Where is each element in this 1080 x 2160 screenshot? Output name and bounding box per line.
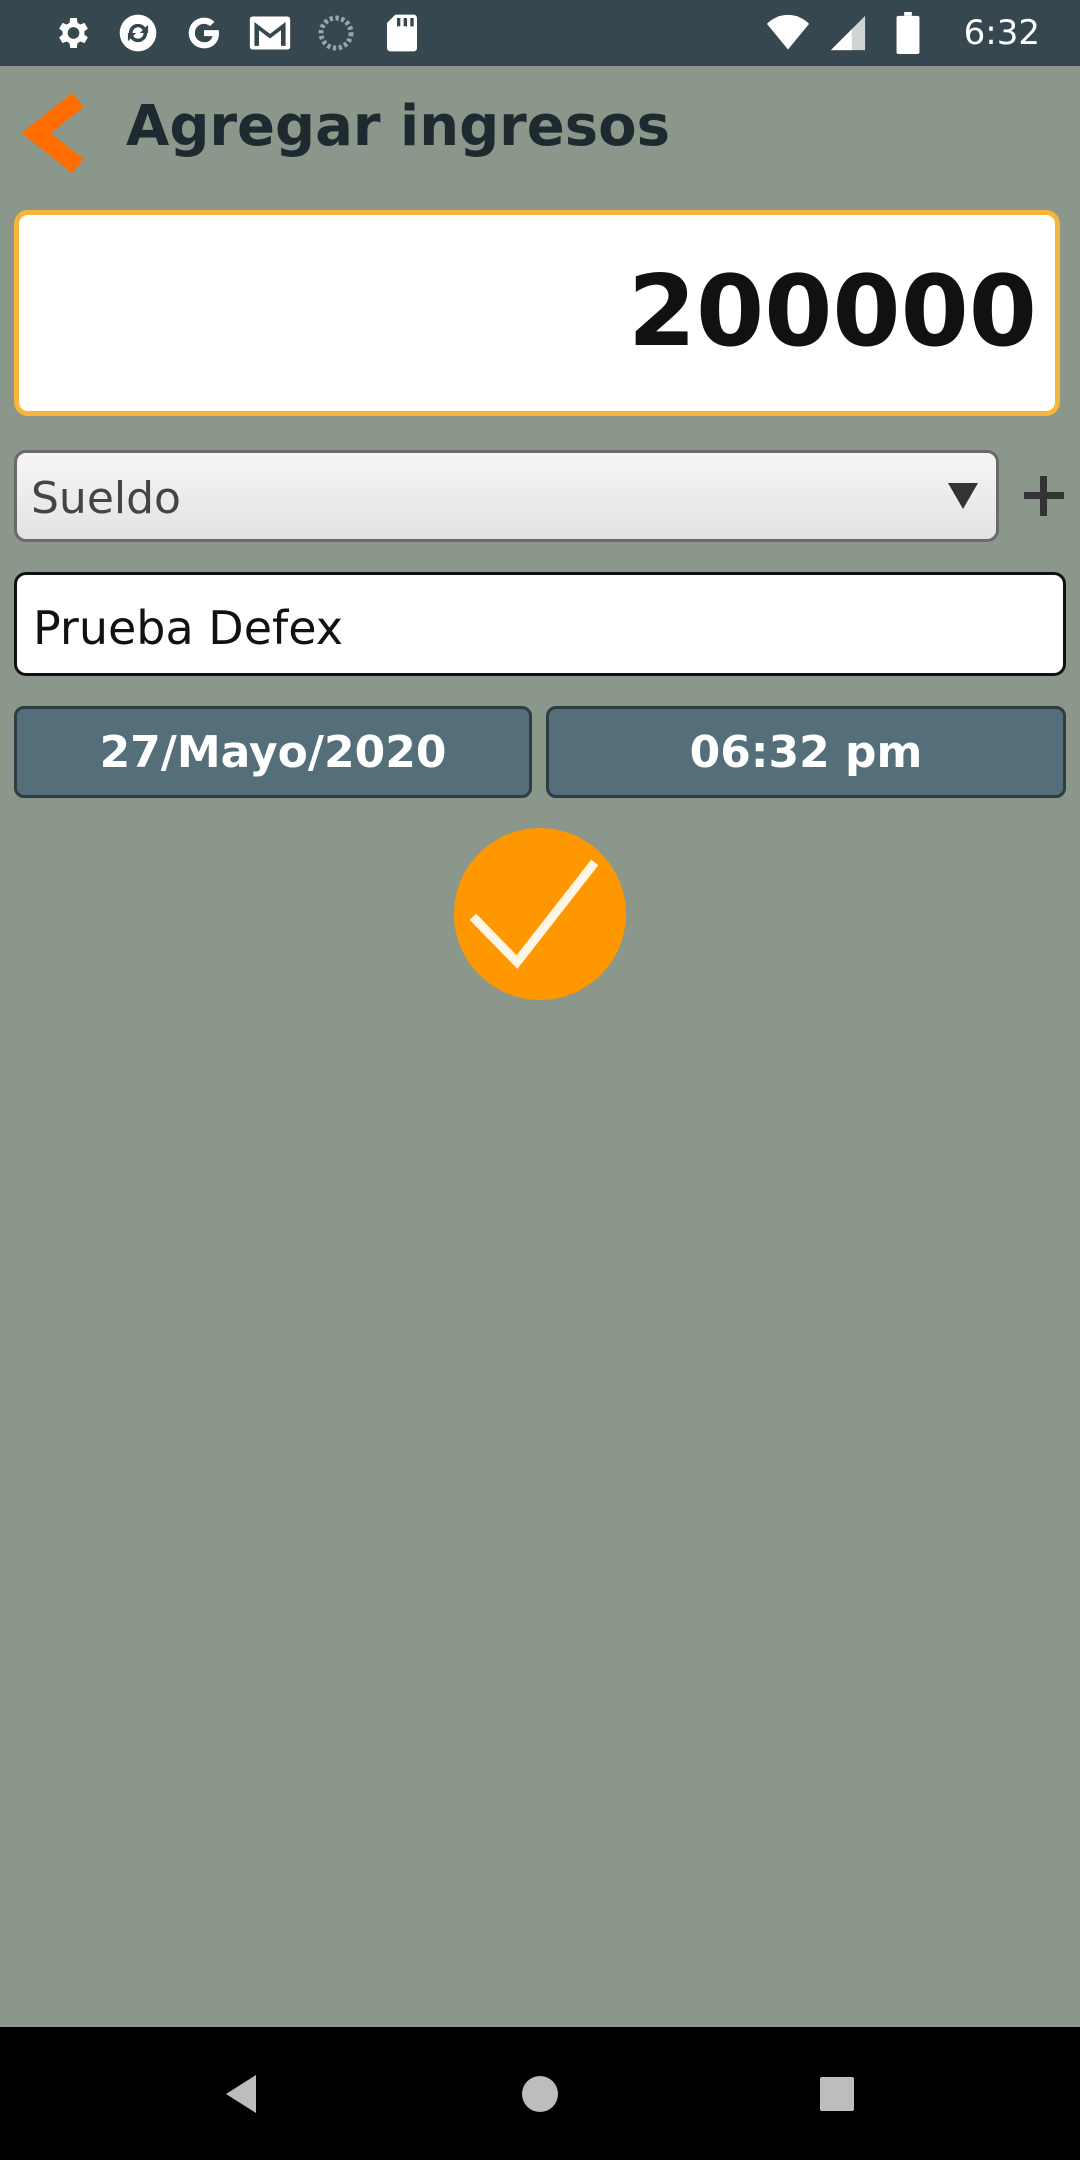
date-picker-button[interactable]: 27/Mayo/2020 <box>14 706 532 798</box>
time-picker-button[interactable]: 06:32 pm <box>546 706 1066 798</box>
cell-signal-icon <box>826 11 870 55</box>
add-category-button[interactable] <box>1016 462 1072 530</box>
system-icons: 6:32 <box>766 10 1040 56</box>
dropdown-arrow-icon <box>948 483 978 509</box>
app-bar: Agregar ingresos <box>0 66 1080 196</box>
amount-input[interactable]: 200000 <box>14 210 1060 416</box>
notification-icons <box>50 10 424 56</box>
battery-icon <box>886 11 930 55</box>
status-clock: 6:32 <box>963 13 1040 53</box>
category-select[interactable]: Sueldo <box>14 450 999 542</box>
back-button[interactable] <box>20 88 100 178</box>
nav-home-button[interactable] <box>513 2067 567 2121</box>
sync-app-icon <box>116 11 160 55</box>
amount-value: 200000 <box>627 255 1037 369</box>
nav-back-button[interactable] <box>216 2067 270 2121</box>
wifi-icon <box>766 11 810 55</box>
settings-icon <box>50 11 94 55</box>
checkmark-icon <box>469 859 599 969</box>
sd-card-icon <box>380 11 424 55</box>
nav-recents-button[interactable] <box>810 2067 864 2121</box>
plus-icon <box>1024 476 1064 516</box>
description-value: Prueba Defex <box>33 601 343 655</box>
category-selected-value: Sueldo <box>31 473 181 524</box>
back-arrow-icon <box>21 92 84 174</box>
loading-circle-icon <box>314 11 358 55</box>
nav-recents-icon <box>820 2077 854 2111</box>
google-icon <box>182 11 226 55</box>
gmail-icon <box>248 11 292 55</box>
page-title: Agregar ingresos <box>126 94 670 159</box>
navigation-bar <box>0 2027 1080 2160</box>
nav-back-icon <box>226 2075 256 2113</box>
confirm-button[interactable] <box>454 828 626 1000</box>
status-bar: 6:32 <box>0 0 1080 66</box>
nav-home-icon <box>522 2076 558 2112</box>
description-input[interactable]: Prueba Defex <box>14 572 1066 676</box>
